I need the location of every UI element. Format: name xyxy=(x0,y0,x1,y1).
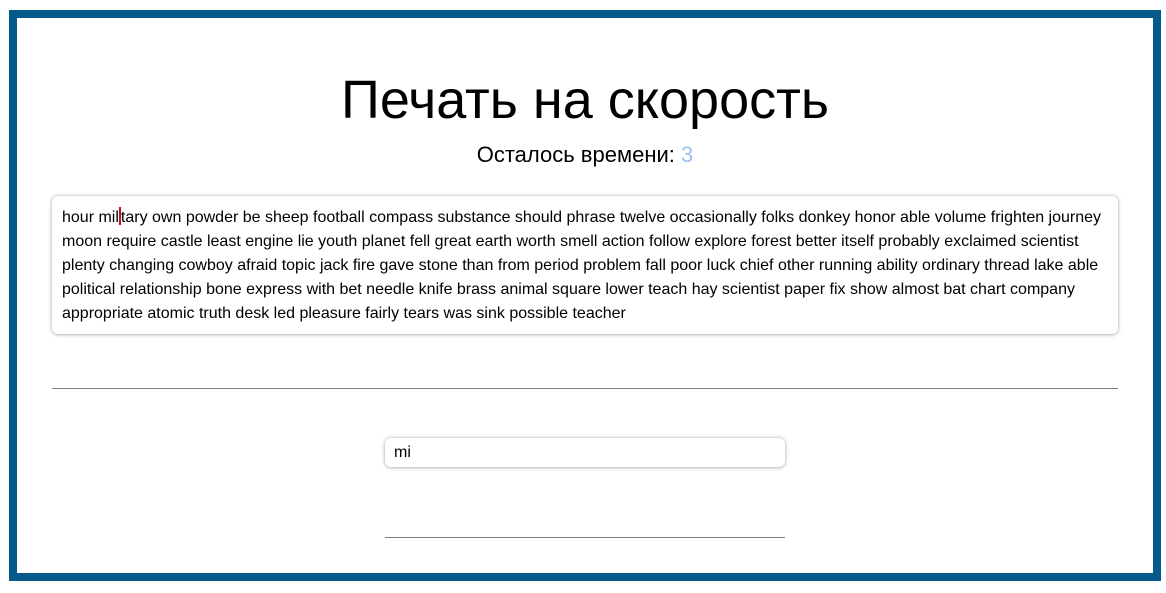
remaining-text: tary own powder be sheep football compas… xyxy=(62,209,1102,322)
time-remaining: Осталось времени: 3 xyxy=(17,142,1153,168)
typing-input[interactable] xyxy=(385,438,785,467)
timer-label: Осталось времени: xyxy=(476,142,675,167)
typed-text: hour mil xyxy=(62,209,119,226)
typing-text-panel: hour mil tary own powder be sheep footbal… xyxy=(52,196,1118,334)
bottom-divider xyxy=(385,537,785,538)
page-title: Печать на скорость xyxy=(341,70,829,130)
timer-value: 3 xyxy=(681,142,694,167)
divider xyxy=(52,388,1118,389)
app-frame: Печать на скорость Осталось времени: 3 h… xyxy=(9,10,1161,581)
